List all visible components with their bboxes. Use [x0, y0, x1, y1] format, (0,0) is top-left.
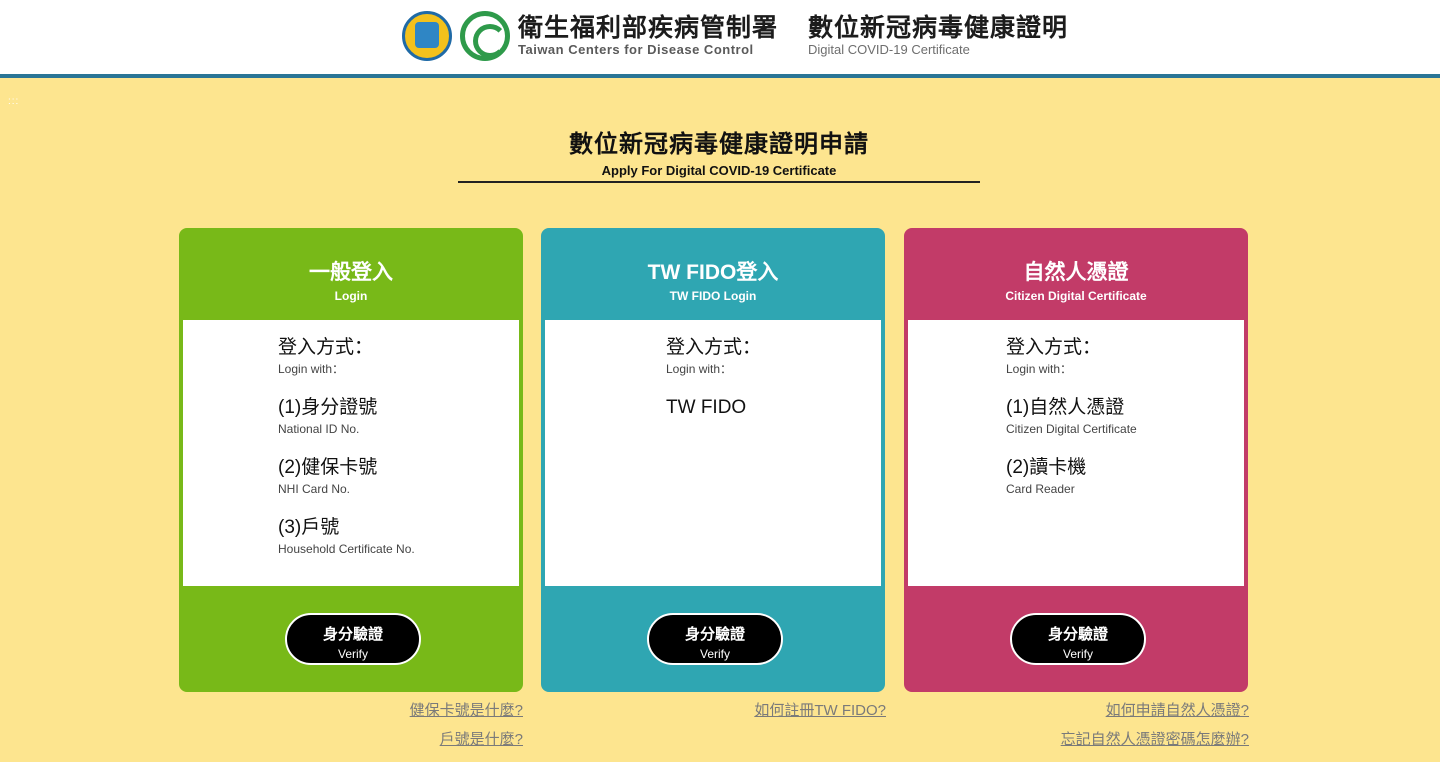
citizen-apply-help-link[interactable]: 如何申請自然人憑證? — [1000, 696, 1249, 725]
mohw-logo-icon — [402, 11, 452, 61]
agency-name-en: Taiwan Centers for Disease Control — [518, 42, 754, 57]
card-title-en: Login — [334, 289, 368, 303]
method-label-en: Household Certificate No. — [278, 542, 415, 556]
citizen-verify-button[interactable]: 身分驗證 Verify — [1010, 613, 1146, 665]
login-with-heading: 登入方式： Login with： — [666, 336, 761, 376]
method-label-zh: (1)身分證號 — [278, 397, 378, 418]
certificate-name-zh: 數位新冠病毒健康證明 — [808, 14, 1069, 42]
login-with-zh: 登入方式： — [1006, 337, 1102, 358]
general-help-links: 健保卡號是什麼? 戶號是什麼? — [300, 696, 523, 754]
fido-register-help-link[interactable]: 如何註冊TW FIDO? — [662, 696, 886, 725]
cdc-logo-icon — [460, 11, 510, 61]
method-label-en: Citizen Digital Certificate — [1006, 422, 1137, 436]
card-header: 一般登入 Login — [181, 230, 521, 320]
card-title-zh: 自然人憑證 — [1023, 261, 1129, 284]
card-footer: 身分驗證 Verify — [181, 586, 521, 690]
title-divider — [458, 181, 980, 183]
method-label-en: Card Reader — [1006, 482, 1075, 496]
page-title-en: Apply For Digital COVID-19 Certificate — [601, 163, 837, 178]
card-title-zh: 一般登入 — [309, 261, 393, 284]
card-footer: 身分驗證 Verify — [906, 586, 1246, 690]
card-title-zh: TW FIDO登入 — [647, 261, 779, 284]
card-body: 登入方式： Login with： TW FIDO — [545, 320, 881, 586]
method-nhi-card: (2)健保卡號 NHI Card No. — [278, 456, 415, 496]
verify-label-en: Verify — [1062, 647, 1093, 661]
card-header: TW FIDO登入 TW FIDO Login — [543, 230, 883, 320]
citizen-help-links: 如何申請自然人憑證? 忘記自然人憑證密碼怎麼辦? — [1000, 696, 1249, 754]
household-help-link[interactable]: 戶號是什麼? — [300, 725, 523, 754]
card-body: 登入方式： Login with： (1)自然人憑證 Citizen Digit… — [908, 320, 1244, 586]
method-national-id: (1)身分證號 National ID No. — [278, 396, 415, 436]
citizen-password-help-link[interactable]: 忘記自然人憑證密碼怎麼辦? — [1000, 725, 1249, 754]
verify-label-zh: 身分驗證 — [684, 626, 745, 643]
verify-label-zh: 身分驗證 — [322, 626, 383, 643]
card-body: 登入方式： Login with： (1)身分證號 National ID No… — [183, 320, 519, 586]
page-title: 數位新冠病毒健康證明申請 Apply For Digital COVID-19 … — [458, 124, 980, 178]
card-footer: 身分驗證 Verify — [543, 586, 883, 690]
verify-label-zh: 身分驗證 — [1047, 626, 1108, 643]
method-label-en: National ID No. — [278, 422, 360, 436]
general-login-card: 一般登入 Login 登入方式： Login with： (1)身分證號 Nat… — [179, 228, 523, 692]
method-label-en: NHI Card No. — [278, 482, 351, 496]
brand-area: 衛生福利部疾病管制署 Taiwan Centers for Disease Co… — [402, 10, 1068, 62]
login-with-heading: 登入方式： Login with： — [1006, 336, 1137, 376]
card-title-en: TW FIDO Login — [669, 289, 757, 303]
verify-label-en: Verify — [699, 647, 730, 661]
method-tw-fido: TW FIDO — [666, 396, 761, 420]
agency-name: 衛生福利部疾病管制署 Taiwan Centers for Disease Co… — [518, 14, 778, 58]
login-methods: 登入方式： Login with： (1)身分證號 National ID No… — [278, 336, 415, 556]
certificate-name-en: Digital COVID-19 Certificate — [808, 42, 970, 57]
grip-icon: ::: — [8, 96, 20, 107]
login-with-en: Login with： — [1006, 362, 1073, 376]
fido-help-links: 如何註冊TW FIDO? — [662, 696, 886, 725]
method-label-zh: (2)讀卡機 — [1006, 457, 1087, 478]
login-with-en: Login with： — [278, 362, 345, 376]
general-verify-button[interactable]: 身分驗證 Verify — [285, 613, 421, 665]
login-with-heading: 登入方式： Login with： — [278, 336, 415, 376]
login-methods: 登入方式： Login with： TW FIDO — [666, 336, 761, 420]
card-title-en: Citizen Digital Certificate — [1005, 289, 1147, 303]
verify-label-en: Verify — [337, 647, 368, 661]
login-with-zh: 登入方式： — [278, 337, 374, 358]
method-household: (3)戶號 Household Certificate No. — [278, 516, 415, 556]
page-title-zh: 數位新冠病毒健康證明申請 — [569, 131, 869, 158]
citizen-certificate-card: 自然人憑證 Citizen Digital Certificate 登入方式： … — [904, 228, 1248, 692]
login-with-zh: 登入方式： — [666, 337, 762, 358]
login-with-en: Login with： — [666, 362, 733, 376]
fido-login-card: TW FIDO登入 TW FIDO Login 登入方式： Login with… — [541, 228, 885, 692]
login-methods: 登入方式： Login with： (1)自然人憑證 Citizen Digit… — [1006, 336, 1137, 496]
method-label-zh: (3)戶號 — [278, 517, 340, 538]
fido-verify-button[interactable]: 身分驗證 Verify — [647, 613, 783, 665]
method-label-zh: (2)健保卡號 — [278, 457, 378, 478]
certificate-name: 數位新冠病毒健康證明 Digital COVID-19 Certificate — [808, 14, 1068, 58]
method-label-zh: (1)自然人憑證 — [1006, 397, 1125, 418]
method-card-reader: (2)讀卡機 Card Reader — [1006, 456, 1137, 496]
agency-name-zh: 衛生福利部疾病管制署 — [518, 14, 779, 42]
method-citizen-certificate: (1)自然人憑證 Citizen Digital Certificate — [1006, 396, 1137, 436]
card-header: 自然人憑證 Citizen Digital Certificate — [906, 230, 1246, 320]
nhi-card-help-link[interactable]: 健保卡號是什麼? — [300, 696, 523, 725]
method-label-zh: TW FIDO — [666, 397, 747, 418]
site-header: 衛生福利部疾病管制署 Taiwan Centers for Disease Co… — [0, 0, 1440, 78]
